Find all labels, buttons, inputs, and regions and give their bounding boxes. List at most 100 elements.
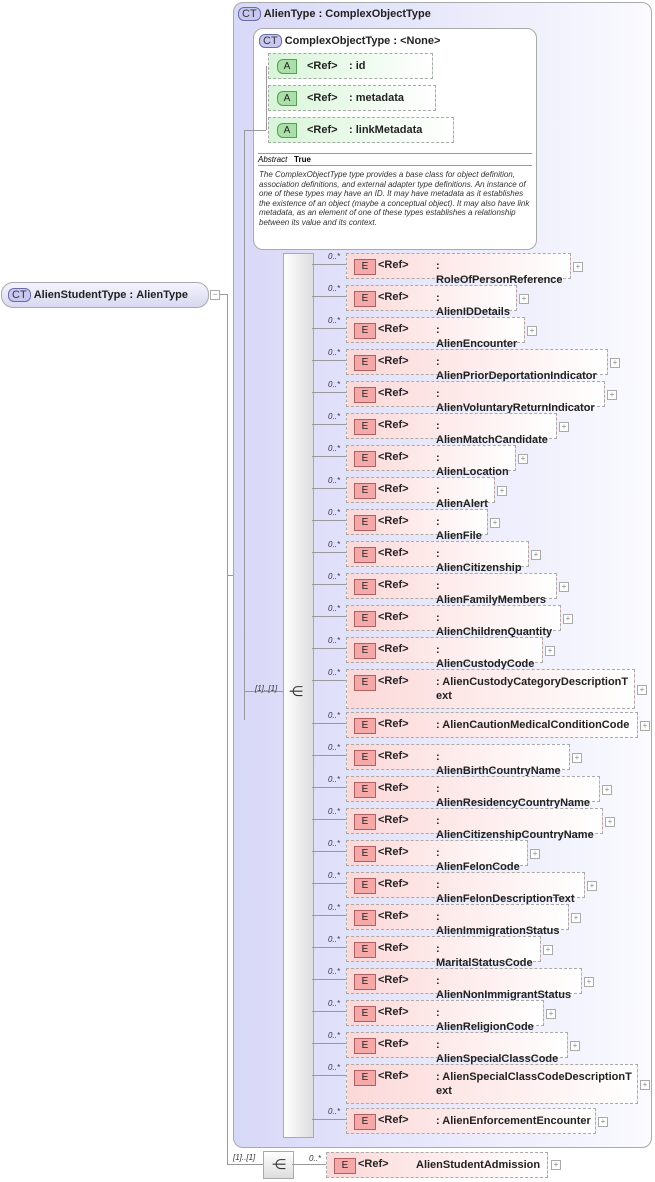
expand-icon[interactable]: + — [546, 1009, 556, 1019]
element-alienpriordeportationindicator[interactable]: E <Ref>: AlienPriorDeportationIndicator — [346, 349, 608, 382]
ref-label: <Ref> — [378, 419, 409, 431]
element-aliencustodycategorydescriptiontext[interactable]: E <Ref>: AlienCustodyCategoryDescriptionT… — [346, 669, 635, 709]
ref-label: <Ref> — [378, 782, 409, 794]
expand-icon[interactable]: + — [519, 294, 529, 304]
expand-icon[interactable]: + — [543, 945, 553, 955]
element-badge: E — [354, 547, 376, 563]
expand-icon[interactable]: + — [584, 977, 594, 987]
element-alienreligioncode[interactable]: E <Ref>: AlienReligionCode — [346, 1000, 544, 1033]
connector-line — [312, 488, 346, 489]
expand-icon[interactable]: + — [607, 390, 617, 400]
element-alienfamilymembers[interactable]: E <Ref>: AlienFamilyMembers — [346, 573, 557, 606]
expand-icon[interactable]: + — [605, 817, 615, 827]
ref-label: <Ref> — [378, 387, 409, 399]
expand-icon[interactable]: + — [563, 614, 573, 624]
element-alienenforcementencounter[interactable]: E <Ref>: AlienEnforcementEncounter — [346, 1108, 596, 1134]
element-alienvoluntaryreturnindicator[interactable]: E <Ref>: AlienVoluntaryReturnIndicator — [346, 381, 605, 414]
ref-label: <Ref> — [358, 1158, 389, 1170]
outer-sequence-compositor[interactable]: ⋲ — [263, 1151, 294, 1179]
element-name: : AlienFile — [436, 516, 482, 542]
element-cardinality: 0..* — [328, 871, 341, 880]
element-alienbirthcountryname[interactable]: E <Ref>: AlienBirthCountryName — [346, 744, 570, 777]
expand-icon[interactable]: + — [573, 262, 583, 272]
connector-line — [312, 616, 346, 617]
element-aliencitizenship[interactable]: E <Ref>: AlienCitizenship — [346, 541, 529, 574]
expand-icon[interactable]: + — [527, 326, 537, 336]
element-name: : AlienCitizenship — [436, 548, 522, 574]
element-alieniddetails[interactable]: E <Ref>: AlienIDDetails — [346, 285, 517, 318]
attribute-name: : linkMetadata — [349, 124, 423, 136]
element-alienfile[interactable]: E <Ref>: AlienFile — [346, 509, 488, 542]
element-alienspecialclasscodedescriptiontext[interactable]: E <Ref>: AlienSpecialClassCodeDescription… — [346, 1064, 638, 1104]
ref-label: <Ref> — [378, 643, 409, 655]
element-cardinality: 0..* — [328, 380, 341, 389]
expand-icon[interactable]: + — [559, 582, 569, 592]
expand-icon[interactable]: + — [559, 422, 569, 432]
ref-label: <Ref> — [307, 124, 338, 136]
element-aliencustodycode[interactable]: E <Ref>: AlienCustodyCode — [346, 637, 543, 670]
element-alienlocation[interactable]: E <Ref>: AlienLocation — [346, 445, 516, 478]
expand-icon[interactable]: + — [531, 550, 541, 560]
element-alienstudentadmission[interactable]: E <Ref> AlienStudentAdmission — [326, 1152, 548, 1178]
element-name: : AlienCustodyCategoryDescriptionText — [436, 676, 629, 702]
element-alienresidencycountryname[interactable]: E <Ref>: AlienResidencyCountryName — [346, 776, 600, 809]
element-alienspecialclasscode[interactable]: E <Ref>: AlienSpecialClassCode — [346, 1032, 568, 1065]
element-roleofpersonreference[interactable]: E <Ref>: RoleOfPersonReference — [346, 253, 571, 286]
element-name: : AlienResidencyCountryName — [436, 783, 591, 809]
complex-type-name: ComplexObjectType — [284, 35, 391, 47]
element-name: : AlienImmigrationStatus — [436, 911, 560, 937]
attribute-badge: A — [277, 91, 297, 106]
expand-icon[interactable]: + — [551, 1160, 561, 1170]
expand-icon[interactable]: + — [572, 753, 582, 763]
connector-line — [312, 723, 346, 724]
expand-icon[interactable]: + — [530, 849, 540, 859]
collapse-icon[interactable]: − — [210, 290, 220, 300]
element-alienfelondescriptiontext[interactable]: E <Ref>: AlienFelonDescriptionText — [346, 872, 585, 905]
element-cardinality: 0..* — [328, 903, 341, 912]
ref-label: <Ref> — [378, 1006, 409, 1018]
element-aliencautionmedicalconditioncode[interactable]: E <Ref>: AlienCautionMedicalConditionCode — [346, 712, 638, 738]
element-cardinality: 0..* — [328, 1107, 341, 1116]
expand-icon[interactable]: + — [497, 486, 507, 496]
element-aliennonimmigrantstatus[interactable]: E <Ref>: AlienNonImmigrantStatus — [346, 968, 582, 1001]
element-name: : AlienFelonCode — [436, 847, 520, 873]
expand-icon[interactable]: + — [518, 454, 528, 464]
element-cardinality: 0..* — [328, 999, 341, 1008]
element-alienalert[interactable]: E <Ref>: AlienAlert — [346, 477, 495, 510]
root-type-node[interactable]: CT AlienStudentType : AlienType — [1, 282, 209, 308]
expand-icon[interactable]: + — [637, 685, 647, 695]
expand-icon[interactable]: + — [545, 646, 555, 656]
ref-label: <Ref> — [378, 1070, 409, 1082]
connector-line — [312, 552, 346, 553]
ref-label: <Ref> — [378, 750, 409, 762]
element-alienfeloncode[interactable]: E <Ref>: AlienFelonCode — [346, 840, 528, 873]
element-name: : AlienLocation — [436, 452, 509, 478]
attribute-metadata[interactable]: A <Ref>: metadata — [268, 85, 436, 111]
element-badge: E — [354, 1114, 376, 1130]
element-maritalstatuscode[interactable]: E <Ref>: MaritalStatusCode — [346, 936, 541, 969]
expand-icon[interactable]: + — [587, 881, 597, 891]
attribute-linkmetadata[interactable]: A <Ref>: linkMetadata — [268, 117, 454, 143]
element-cardinality: 0..* — [328, 604, 341, 613]
expand-icon[interactable]: + — [640, 1080, 650, 1090]
expand-icon[interactable]: + — [640, 721, 650, 731]
expand-icon[interactable]: + — [490, 518, 500, 528]
expand-icon[interactable]: + — [602, 785, 612, 795]
attribute-id[interactable]: A <Ref>: id — [268, 53, 433, 79]
element-alienchildrenquantity[interactable]: E <Ref>: AlienChildrenQuantity — [346, 605, 561, 638]
ref-label: <Ref> — [378, 910, 409, 922]
connector-line — [312, 819, 346, 820]
element-name: : AlienEnforcementEncounter — [436, 1115, 591, 1127]
element-alienimmigrationstatus[interactable]: E <Ref> : AlienImmigrationStatus — [346, 904, 569, 937]
element-alienmatchcandidate[interactable]: E <Ref>: AlienMatchCandidate — [346, 413, 557, 446]
connector-line — [312, 360, 346, 361]
element-alienencounter[interactable]: E <Ref>: AlienEncounter — [346, 317, 525, 350]
element-badge: E — [354, 910, 376, 926]
ref-label: <Ref> — [378, 355, 409, 367]
expand-icon[interactable]: + — [571, 913, 581, 923]
expand-icon[interactable]: + — [610, 358, 620, 368]
element-aliencitizenshipcountryname[interactable]: E <Ref>: AlienCitizenshipCountryName — [346, 808, 603, 841]
expand-icon[interactable]: + — [598, 1117, 608, 1127]
ref-label: <Ref> — [378, 323, 409, 335]
expand-icon[interactable]: + — [570, 1041, 580, 1051]
